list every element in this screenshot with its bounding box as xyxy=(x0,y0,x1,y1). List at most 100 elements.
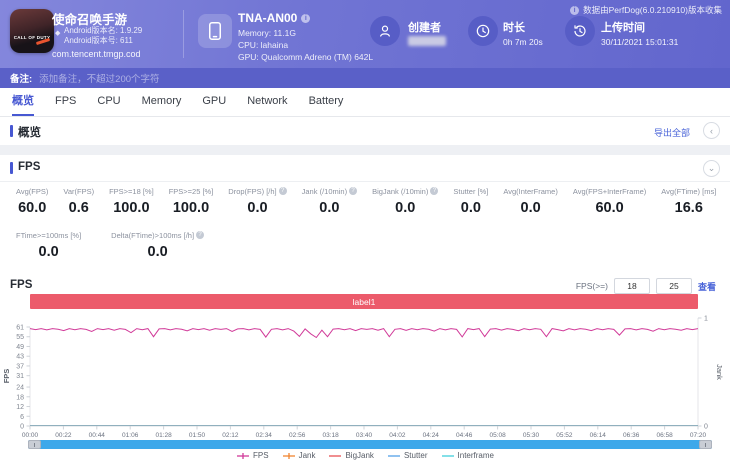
note-label: 备注: xyxy=(10,71,32,85)
y2-axis-title: Jank xyxy=(715,364,724,380)
stat-value: 60.0 xyxy=(573,200,646,216)
x-tick-label: 03:18 xyxy=(322,432,339,439)
scrollbar-right-handle[interactable] xyxy=(699,440,712,449)
stat-value: 0.0 xyxy=(453,200,488,216)
stat-item: Delta(FTime)>100ms [/h]?0.0 xyxy=(111,231,204,260)
stat-item: Avg(FPS)60.0 xyxy=(16,187,48,216)
legend-item-jank[interactable]: Jank xyxy=(282,451,316,460)
scene-label-bar: label1 xyxy=(30,294,698,309)
info-icon[interactable]: ? xyxy=(349,187,357,195)
divider xyxy=(0,181,730,182)
stat-label: Drop(FPS) [/h]? xyxy=(228,187,286,196)
device-model-text: TNA-AN00 xyxy=(238,11,297,25)
y-axis-title: FPS xyxy=(2,369,11,384)
stat-value: 0.0 xyxy=(503,200,557,216)
stat-value: 100.0 xyxy=(169,200,214,216)
app-package: com.tencent.tmgp.cod xyxy=(52,49,141,59)
chart-scrollbar[interactable] xyxy=(28,440,712,449)
upload-time-icon xyxy=(565,16,595,46)
note-bar: 备注: 添加备注，不超过200个字符 xyxy=(0,68,730,88)
tab-fps[interactable]: FPS xyxy=(55,88,76,116)
export-all-button[interactable]: 导出全部 xyxy=(654,126,690,139)
legend-label: Stutter xyxy=(404,451,428,460)
y-tick-label: 43 xyxy=(16,354,24,361)
x-tick-label: 03:40 xyxy=(356,432,373,439)
header-divider xyxy=(183,10,184,58)
y-tick-label: 12 xyxy=(16,404,24,411)
stat-label: Stutter [%] xyxy=(453,187,488,196)
device-gpu: GPU: Qualcomm Adreno (TM) 642L xyxy=(238,52,373,62)
stat-value: 0.0 xyxy=(228,200,286,216)
stat-item: BigJank (/10min)?0.0 xyxy=(372,187,438,216)
view-button[interactable]: 查看 xyxy=(698,280,716,293)
android-icon: ◆ xyxy=(55,29,60,37)
note-input[interactable]: 添加备注，不超过200个字符 xyxy=(39,71,159,85)
device-info-icon[interactable]: i xyxy=(301,14,310,23)
fps-threshold-label: FPS(>=) xyxy=(576,281,608,291)
stat-label: Jank (/10min)? xyxy=(302,187,357,196)
section-accent-bar xyxy=(10,162,13,174)
series-fps-line xyxy=(30,329,698,338)
collapse-panel-button[interactable]: ‹ xyxy=(703,122,720,139)
info-icon[interactable]: ? xyxy=(279,187,287,195)
x-tick-label: 05:08 xyxy=(489,432,506,439)
creator-icon xyxy=(370,16,400,46)
stat-label: FTime>=100ms [%] xyxy=(16,231,81,240)
tab-overview[interactable]: 概览 xyxy=(12,88,34,116)
stat-label: FPS>=18 [%] xyxy=(109,187,154,196)
duration-label: 时长 xyxy=(503,19,525,35)
tab-memory[interactable]: Memory xyxy=(142,88,182,116)
legend-label: Interframe xyxy=(458,451,494,460)
stat-value: 60.0 xyxy=(16,200,48,216)
header: CALL OF DUTY 使命召唤手游 ◆ Android版本名: 1.9.29… xyxy=(0,0,730,68)
device-model: TNA-AN00 i xyxy=(238,11,310,25)
stat-item: FTime>=100ms [%]0.0 xyxy=(16,231,81,260)
legend-item-stutter[interactable]: Stutter xyxy=(387,451,428,460)
x-tick-label: 07:20 xyxy=(690,432,707,439)
collapse-fps-button[interactable]: ⌄ xyxy=(703,160,720,177)
info-icon: i xyxy=(570,6,579,15)
stat-value: 0.0 xyxy=(302,200,357,216)
stat-value: 0.0 xyxy=(372,200,438,216)
legend-marker xyxy=(387,452,401,460)
x-tick-label: 00:44 xyxy=(89,432,106,439)
legend-label: Jank xyxy=(299,451,316,460)
stat-label: Var(FPS) xyxy=(63,187,94,196)
tab-network[interactable]: Network xyxy=(247,88,287,116)
phone-icon xyxy=(198,14,232,48)
y-tick-label: 31 xyxy=(16,373,24,380)
tab-battery[interactable]: Battery xyxy=(309,88,344,116)
stat-item: Avg(InterFrame)0.0 xyxy=(503,187,557,216)
upload-label: 上传时间 xyxy=(601,19,645,35)
scrollbar-left-handle[interactable] xyxy=(28,440,41,449)
fps-stats-row-2: FTime>=100ms [%]0.0 Delta(FTime)>100ms [/… xyxy=(16,231,204,260)
x-tick-label: 01:28 xyxy=(155,432,172,439)
tab-cpu[interactable]: CPU xyxy=(97,88,120,116)
fps-threshold-controls: FPS(>=) 查看 xyxy=(576,278,716,294)
y-tick-label: 24 xyxy=(16,385,24,392)
info-icon[interactable]: ? xyxy=(430,187,438,195)
creator-name-redacted xyxy=(408,36,446,46)
fps-threshold-low-input[interactable] xyxy=(614,278,650,294)
fps-line-chart[interactable]: 0612182431374349556110FPSJank00:0000:220… xyxy=(0,310,730,440)
stat-item: FPS>=18 [%]100.0 xyxy=(109,187,154,216)
device-memory: Memory: 11.1G xyxy=(238,28,296,38)
x-tick-label: 02:56 xyxy=(289,432,306,439)
y2-tick-label: 0 xyxy=(704,424,708,431)
y-tick-label: 37 xyxy=(16,363,24,370)
legend-item-bigjank[interactable]: BigJank xyxy=(328,451,373,460)
x-tick-label: 04:46 xyxy=(456,432,473,439)
fps-threshold-high-input[interactable] xyxy=(656,278,692,294)
tab-gpu[interactable]: GPU xyxy=(202,88,226,116)
legend-item-fps[interactable]: FPS xyxy=(236,451,269,460)
legend-marker xyxy=(328,452,342,460)
legend-marker xyxy=(236,452,250,460)
info-icon[interactable]: ? xyxy=(196,231,204,239)
stat-label: Avg(FTime) [ms] xyxy=(661,187,716,196)
stat-label: Avg(FPS+InterFrame) xyxy=(573,187,646,196)
stat-value: 16.6 xyxy=(661,200,716,216)
legend-item-interframe[interactable]: Interframe xyxy=(441,451,494,460)
x-tick-label: 01:50 xyxy=(189,432,206,439)
app-version-code: Android版本号: 611 xyxy=(64,35,133,46)
x-tick-label: 02:34 xyxy=(256,432,273,439)
